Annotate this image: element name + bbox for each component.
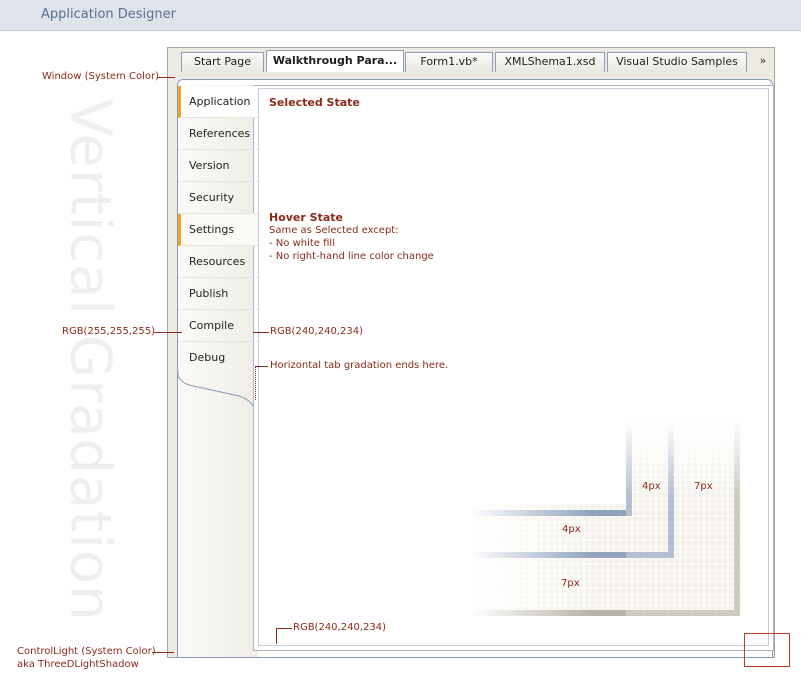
tab-vs-samples[interactable]: Visual Studio Samples	[607, 52, 747, 72]
hover-state-line1: - No white fill	[269, 238, 335, 249]
tab-bar-curve	[177, 371, 255, 409]
app-title: Application Designer	[41, 7, 176, 22]
leader-line	[253, 332, 269, 333]
annotation-controllight: ControlLight (System Color)	[17, 646, 156, 657]
px-label: 7px	[561, 578, 580, 589]
annotation-controllight-alias: aka ThreeDLightShadow	[17, 659, 139, 670]
tab-start-page[interactable]: Start Page	[181, 52, 264, 72]
leader-line	[157, 77, 175, 78]
px-label: 4px	[562, 524, 581, 535]
side-tab-application[interactable]: Application	[178, 86, 258, 118]
side-tab-references[interactable]: References	[178, 118, 258, 150]
corner-highlight	[744, 633, 790, 667]
px-label: 4px	[642, 481, 661, 492]
side-tab-settings[interactable]: Settings	[178, 214, 258, 246]
side-tab-debug[interactable]: Debug	[178, 342, 258, 374]
leader-line	[152, 652, 174, 653]
annotation-rgb-bottom: RGB(240,240,234)	[293, 622, 386, 633]
leader-line	[276, 628, 292, 629]
side-tab-resources[interactable]: Resources	[178, 246, 258, 278]
hover-state-title: Hover State	[269, 211, 343, 224]
hover-state-line2: - No right-hand line color change	[269, 251, 434, 262]
tab-xmlshema[interactable]: XMLShema1.xsd	[495, 52, 605, 72]
selected-state-title: Selected State	[269, 96, 360, 109]
leader-line	[256, 366, 268, 367]
side-tab-version[interactable]: Version	[178, 150, 258, 182]
px-label: 7px	[694, 481, 713, 492]
app-header: Application Designer	[0, 0, 801, 31]
annotation-gradation: Horizontal tab gradation ends here.	[270, 360, 449, 371]
side-tab-publish[interactable]: Publish	[178, 278, 258, 310]
leader-line	[154, 332, 182, 333]
chevron-double-down-icon[interactable]: »	[753, 52, 773, 70]
pixel-detail-grid	[470, 420, 742, 616]
hover-state-desc: Same as Selected except:	[269, 225, 399, 236]
annotation-window: Window (System Color)	[42, 71, 159, 82]
leader-line	[276, 628, 277, 644]
side-tab-compile[interactable]: Compile	[178, 310, 258, 342]
tab-form1[interactable]: Form1.vb*	[405, 52, 493, 72]
tab-walkthrough[interactable]: Walkthrough Para...	[266, 50, 404, 72]
annotation-rgb-tab: RGB(240,240,234)	[270, 326, 363, 337]
watermark-text: Vertical Gradation	[57, 98, 123, 622]
side-tab-security[interactable]: Security	[178, 182, 258, 214]
annotation-rgb-white: RGB(255,255,255)	[62, 326, 155, 337]
gradation-marker	[255, 366, 256, 400]
